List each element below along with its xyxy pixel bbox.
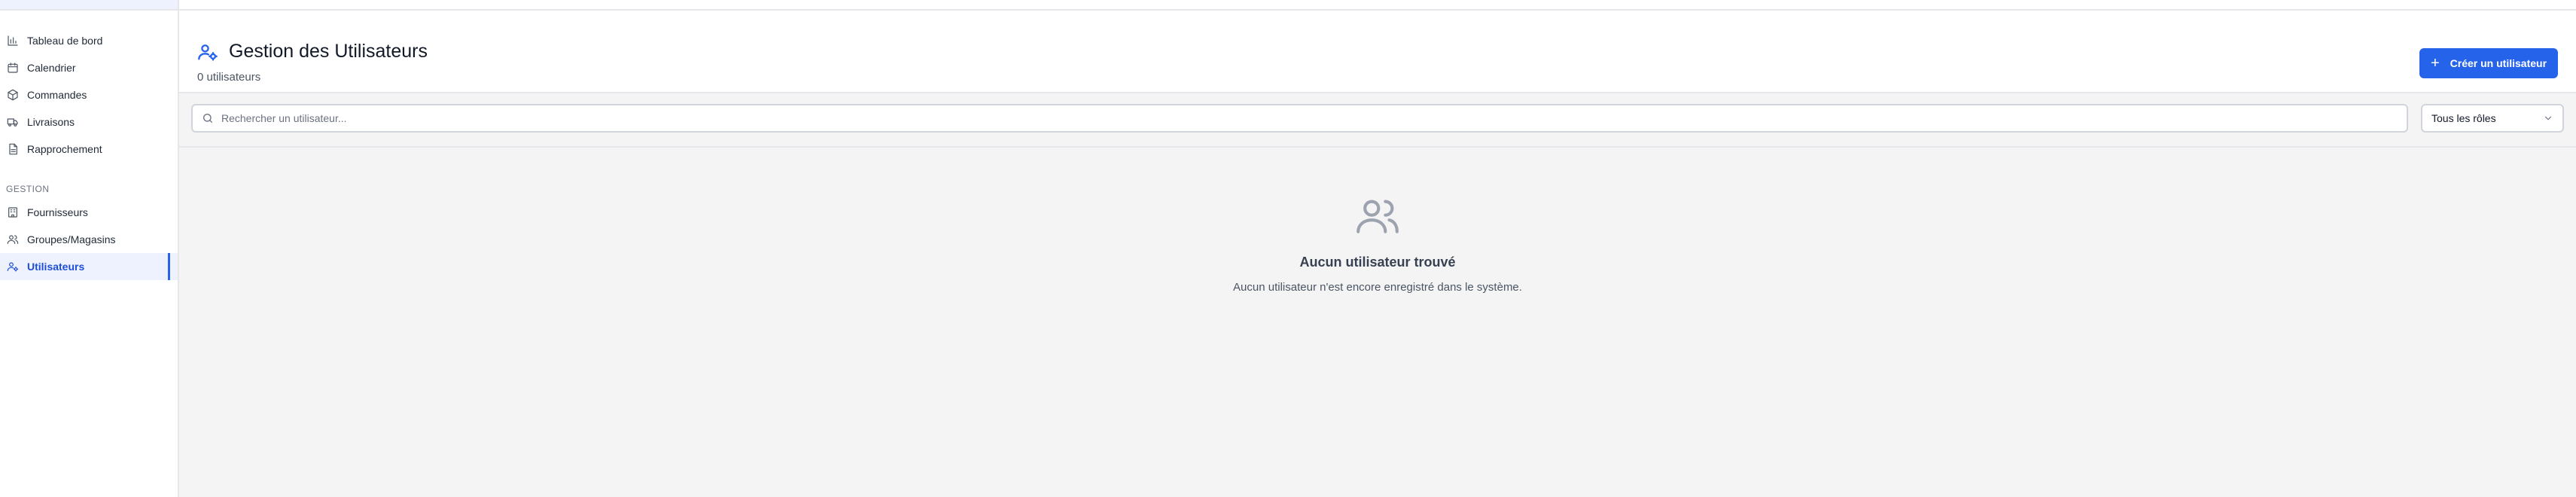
sidebar-item-commandes[interactable]: Commandes (0, 81, 178, 108)
document-icon (6, 142, 20, 156)
sidebar-item-utilisateurs[interactable]: Utilisateurs (0, 253, 178, 280)
users-icon (6, 233, 20, 246)
sidebar-section-label: GESTION (6, 184, 50, 194)
sidebar-item-label: Calendrier (27, 62, 76, 74)
empty-state-description: Aucun utilisateur n'est encore enregistr… (1233, 281, 1522, 294)
search-box[interactable] (191, 104, 2408, 133)
plus-icon: + (2430, 55, 2440, 72)
filter-toolbar: Tous les rôles (179, 93, 2576, 148)
sidebar: Tableau de bord Calendrier Commandes Liv… (0, 0, 179, 497)
sidebar-top-bar (0, 0, 178, 11)
sidebar-item-label: Groupes/Magasins (27, 233, 116, 245)
role-filter-value: Tous les rôles (2431, 112, 2496, 124)
sidebar-item-fournisseurs[interactable]: Fournisseurs (0, 199, 178, 226)
sidebar-item-label: Livraisons (27, 116, 75, 128)
empty-state: Aucun utilisateur trouvé Aucun utilisate… (179, 193, 2576, 294)
user-cog-icon (197, 41, 218, 63)
page-header: Gestion des Utilisateurs 0 utilisateurs … (179, 11, 2576, 93)
sidebar-item-label: Rapprochement (27, 143, 102, 155)
create-user-button-label: Créer un utilisateur (2450, 57, 2547, 69)
sidebar-item-livraisons[interactable]: Livraisons (0, 108, 178, 136)
sidebar-item-tableau-de-bord[interactable]: Tableau de bord (0, 27, 178, 54)
sidebar-item-label: Utilisateurs (27, 261, 85, 273)
page-title: Gestion des Utilisateurs (229, 41, 428, 62)
truck-icon (6, 115, 20, 129)
sidebar-item-groupes-magasins[interactable]: Groupes/Magasins (0, 226, 178, 253)
sidebar-item-label: Fournisseurs (27, 206, 88, 218)
search-icon (202, 112, 214, 124)
search-input[interactable] (221, 112, 2407, 124)
sidebar-item-label: Commandes (27, 89, 87, 101)
top-bar (179, 0, 2576, 11)
role-filter-select[interactable]: Tous les rôles (2421, 104, 2564, 133)
title-row: Gestion des Utilisateurs (197, 41, 428, 63)
chart-icon (6, 34, 20, 47)
building-icon (6, 206, 20, 219)
create-user-button[interactable]: + Créer un utilisateur (2419, 48, 2558, 78)
calendar-icon (6, 61, 20, 75)
sidebar-item-label: Tableau de bord (27, 35, 103, 47)
package-icon (6, 88, 20, 102)
chevron-down-icon (2543, 113, 2553, 123)
sidebar-item-calendrier[interactable]: Calendrier (0, 54, 178, 81)
user-cog-icon (6, 260, 20, 273)
sidebar-item-rapprochement[interactable]: Rapprochement (0, 136, 178, 163)
sidebar-nav: Tableau de bord Calendrier Commandes Liv… (0, 11, 178, 280)
main-content: Gestion des Utilisateurs 0 utilisateurs … (179, 0, 2576, 497)
empty-state-title: Aucun utilisateur trouvé (1299, 255, 1456, 270)
user-count: 0 utilisateurs (197, 71, 261, 84)
users-icon (1354, 193, 1401, 239)
